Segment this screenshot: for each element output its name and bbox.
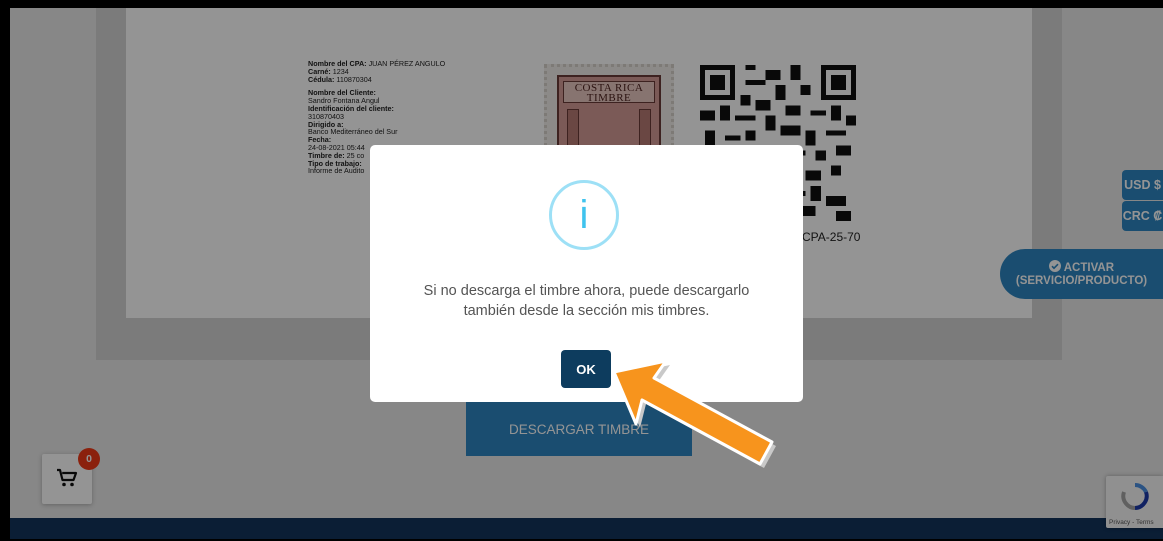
info-icon: i (549, 180, 619, 250)
ok-button[interactable]: OK (561, 350, 611, 388)
dialog-message-line1: Si no descarga el timbre ahora, puede de… (423, 283, 750, 299)
dialog-message: Si no descarga el timbre ahora, puede de… (390, 281, 783, 321)
dialog-message-line2: también desde la sección mis timbres. (463, 303, 710, 319)
pointer-arrow-icon (612, 359, 776, 468)
info-icon-glyph: i (579, 193, 589, 237)
page-frame: Nombre del CPA: JUAN PÉREZ ANGULO Carné:… (10, 8, 1163, 539)
